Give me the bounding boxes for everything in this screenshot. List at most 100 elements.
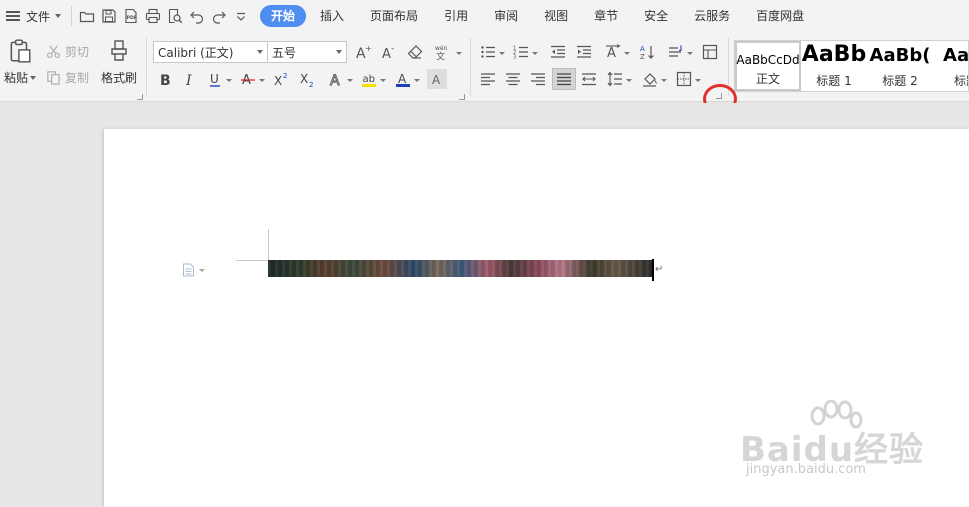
print-button[interactable] bbox=[142, 5, 164, 27]
save-button[interactable] bbox=[98, 5, 120, 27]
font-name-select[interactable]: Calibri (正文) bbox=[153, 41, 268, 63]
tab-view[interactable]: 视图 bbox=[532, 5, 580, 27]
borders-button[interactable] bbox=[674, 69, 694, 89]
justify-button[interactable] bbox=[552, 68, 576, 90]
print-preview-icon bbox=[168, 8, 183, 24]
sort-az-icon: AZ bbox=[640, 45, 654, 60]
svg-text:A: A bbox=[640, 45, 645, 53]
decrease-font-size-button[interactable]: A- bbox=[379, 42, 399, 62]
phonetic-dropdown-icon[interactable] bbox=[456, 52, 462, 55]
text-direction-dropdown-icon[interactable] bbox=[624, 52, 630, 55]
styles-gallery: AaBbCcDd 正文 AaBb 标题 1 AaBb( 标题 2 AaBl 标题 bbox=[734, 40, 969, 92]
style-heading-2[interactable]: AaBb( 标题 2 bbox=[867, 41, 933, 91]
format-painter-button[interactable]: 格式刷 bbox=[100, 38, 138, 96]
paste-button[interactable]: 粘贴 bbox=[4, 38, 37, 96]
outdent-icon bbox=[551, 45, 565, 58]
font-color-button[interactable]: A bbox=[393, 69, 413, 89]
copy-button[interactable]: 复制 bbox=[46, 69, 89, 86]
distributed-align-button[interactable] bbox=[579, 69, 599, 89]
numbering-dropdown-icon[interactable] bbox=[532, 52, 538, 55]
inserted-image[interactable] bbox=[268, 260, 654, 277]
highlight-color-button[interactable]: ab bbox=[359, 69, 379, 89]
scissors-icon bbox=[47, 45, 60, 58]
printer-icon bbox=[145, 8, 161, 24]
character-shading-icon: A bbox=[432, 73, 441, 87]
file-menu[interactable]: 文件 bbox=[0, 4, 67, 28]
show-hide-marks-button[interactable] bbox=[666, 42, 686, 62]
save-icon bbox=[102, 9, 116, 23]
copy-label: 复制 bbox=[65, 71, 90, 85]
undo-button[interactable] bbox=[186, 5, 208, 27]
strikethrough-button[interactable]: A bbox=[238, 69, 258, 89]
clipboard-group-launcher[interactable] bbox=[137, 94, 143, 100]
tab-review[interactable]: 审阅 bbox=[482, 5, 530, 27]
tab-insert[interactable]: 插入 bbox=[308, 5, 356, 27]
svg-text:I: I bbox=[185, 73, 192, 87]
marks-dropdown-icon[interactable] bbox=[687, 52, 693, 55]
bullets-dropdown-icon[interactable] bbox=[499, 52, 505, 55]
style-name: 标题 bbox=[953, 74, 968, 88]
subscript-button[interactable]: X2 bbox=[297, 69, 317, 89]
align-right-button[interactable] bbox=[528, 69, 548, 89]
style-normal[interactable]: AaBbCcDd 正文 bbox=[735, 41, 801, 91]
tab-start[interactable]: 开始 bbox=[260, 5, 307, 27]
underline-button[interactable]: U bbox=[205, 69, 225, 89]
align-left-button[interactable] bbox=[478, 69, 498, 89]
tab-chapter[interactable]: 章节 bbox=[582, 5, 630, 27]
folder-icon bbox=[79, 11, 95, 23]
highlight-dropdown-icon[interactable] bbox=[380, 79, 386, 82]
text-effects-button[interactable]: A bbox=[326, 69, 346, 89]
paragraph-options-button[interactable] bbox=[182, 263, 205, 277]
open-folder-button[interactable] bbox=[76, 5, 98, 27]
line-spacing-button[interactable] bbox=[605, 69, 625, 89]
svg-text:X: X bbox=[274, 74, 282, 87]
customize-toolbar-button[interactable] bbox=[230, 5, 252, 27]
tab-references[interactable]: 引用 bbox=[432, 5, 480, 27]
phonetic-guide-button[interactable]: wén 文 bbox=[432, 42, 452, 62]
tab-cloud-services[interactable]: 云服务 bbox=[682, 5, 742, 27]
italic-button[interactable]: I bbox=[180, 69, 200, 89]
bold-button[interactable]: B bbox=[155, 69, 175, 89]
table-layout-button[interactable] bbox=[700, 42, 720, 62]
underline-icon: U bbox=[210, 72, 220, 87]
text-direction-icon: A bbox=[606, 44, 621, 60]
increase-font-size-button[interactable]: A + bbox=[353, 42, 373, 62]
font-color-dropdown-icon[interactable] bbox=[414, 79, 420, 82]
tab-baidu-netdisk[interactable]: 百度网盘 bbox=[744, 5, 816, 27]
shading-dropdown-icon[interactable] bbox=[661, 79, 667, 82]
numbering-button[interactable]: 123 bbox=[511, 42, 531, 62]
superscript-button[interactable]: X2 bbox=[271, 69, 291, 89]
strikethrough-dropdown-icon[interactable] bbox=[259, 79, 265, 82]
style-heading-1[interactable]: AaBb 标题 1 bbox=[801, 41, 867, 91]
svg-text:-: - bbox=[391, 44, 394, 54]
ribbon: 粘贴 剪切 复制 格式刷 Calibri (正文) 五号 A + A - wén… bbox=[0, 32, 969, 102]
borders-dropdown-icon[interactable] bbox=[695, 79, 701, 82]
underline-dropdown-icon[interactable] bbox=[226, 79, 232, 82]
text-direction-button[interactable]: A bbox=[603, 42, 623, 62]
print-preview-button[interactable] bbox=[164, 5, 186, 27]
sort-button[interactable]: AZ bbox=[638, 42, 658, 62]
svg-text:2: 2 bbox=[283, 72, 287, 80]
eraser-icon bbox=[407, 45, 423, 59]
style-title[interactable]: AaBl 标题 bbox=[933, 41, 968, 91]
font-size-select[interactable]: 五号 bbox=[267, 41, 347, 63]
font-group-launcher[interactable] bbox=[459, 94, 465, 100]
increase-indent-button[interactable] bbox=[574, 42, 594, 62]
export-pdf-button[interactable]: PDF bbox=[120, 5, 142, 27]
align-center-button[interactable] bbox=[503, 69, 523, 89]
cut-button[interactable]: 剪切 bbox=[46, 43, 89, 60]
shading-button[interactable] bbox=[640, 69, 660, 89]
redo-button[interactable] bbox=[208, 5, 230, 27]
bullets-button[interactable] bbox=[478, 42, 498, 62]
clear-formatting-button[interactable] bbox=[405, 42, 425, 62]
align-center-icon bbox=[506, 73, 520, 86]
decrease-indent-button[interactable] bbox=[548, 42, 568, 62]
tab-page-layout[interactable]: 页面布局 bbox=[358, 5, 430, 27]
line-spacing-dropdown-icon[interactable] bbox=[626, 79, 632, 82]
character-shading-button[interactable]: A bbox=[427, 69, 447, 89]
divider bbox=[71, 6, 73, 26]
tab-security[interactable]: 安全 bbox=[632, 5, 680, 27]
text-effects-dropdown-icon[interactable] bbox=[347, 79, 353, 82]
format-painter-icon bbox=[111, 40, 127, 61]
paste-icon bbox=[10, 39, 31, 63]
